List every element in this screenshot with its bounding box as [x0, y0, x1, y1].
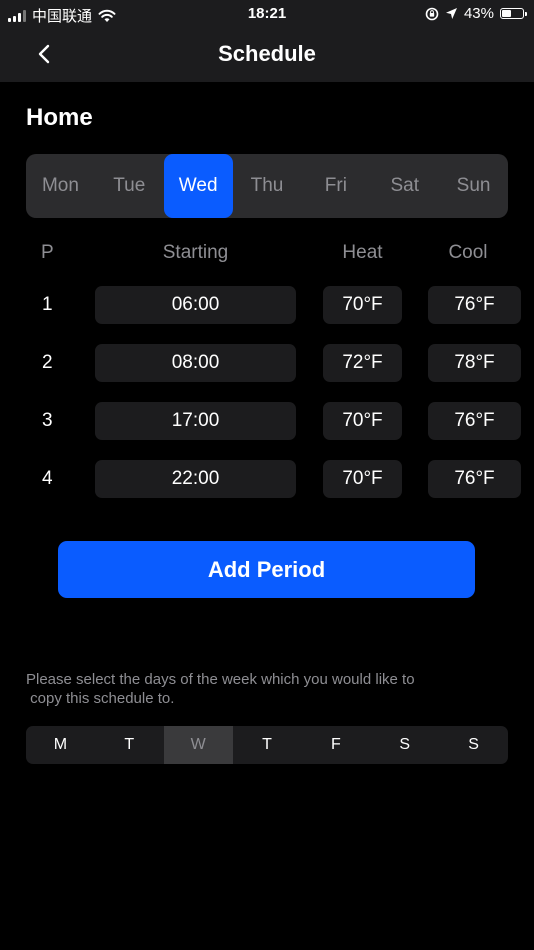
day-tab-sun[interactable]: Sun [439, 154, 508, 218]
heat-setpoint-field[interactable]: 70°F [323, 286, 402, 324]
add-period-button[interactable]: Add Period [58, 541, 475, 598]
location-arrow-icon [445, 8, 457, 19]
copy-day-fri[interactable]: F [301, 726, 370, 764]
period-number: 2 [42, 352, 53, 373]
period-number: 1 [42, 294, 53, 315]
heat-setpoint-field[interactable]: 70°F [323, 402, 402, 440]
cool-setpoint-field[interactable]: 76°F [428, 460, 521, 498]
copy-day-mon[interactable]: M [26, 726, 95, 764]
copy-day-thu[interactable]: T [233, 726, 302, 764]
copy-day-sat[interactable]: S [370, 726, 439, 764]
day-tab-fri[interactable]: Fri [301, 154, 370, 218]
day-tab-thu[interactable]: Thu [233, 154, 302, 218]
copy-day-sun[interactable]: S [439, 726, 508, 764]
day-tab-mon[interactable]: Mon [26, 154, 95, 218]
copy-day-selector: M T W T F S S [26, 726, 508, 764]
period-number: 4 [42, 468, 53, 489]
start-time-field[interactable]: 08:00 [95, 344, 296, 382]
header-starting: Starting [162, 242, 229, 263]
orientation-lock-icon [425, 7, 439, 20]
status-bar: 中国联通 18:21 43% [0, 0, 534, 28]
day-tab-sat[interactable]: Sat [370, 154, 439, 218]
page-title: Schedule [218, 41, 316, 66]
copy-day-tue[interactable]: T [95, 726, 164, 764]
status-right: 43% [425, 5, 527, 22]
day-tab-tue[interactable]: Tue [95, 154, 164, 218]
heat-setpoint-field[interactable]: 70°F [323, 460, 402, 498]
header-heat: Heat [342, 242, 383, 263]
battery-icon [500, 8, 527, 19]
period-number: 3 [42, 410, 53, 431]
copy-instructions: Please select the days of the week which… [26, 671, 415, 707]
cool-setpoint-field[interactable]: 76°F [428, 402, 521, 440]
section-title: Home [26, 104, 93, 131]
day-tab-wed[interactable]: Wed [163, 154, 233, 218]
nav-bar: Schedule [0, 28, 534, 82]
start-time-field[interactable]: 22:00 [95, 460, 296, 498]
header-period: P [41, 242, 54, 263]
cool-setpoint-field[interactable]: 78°F [428, 344, 521, 382]
day-selector: Mon Tue Wed Thu Fri Sat Sun [26, 154, 508, 218]
cool-setpoint-field[interactable]: 76°F [428, 286, 521, 324]
copy-day-wed[interactable]: W [163, 726, 233, 764]
start-time-field[interactable]: 17:00 [95, 402, 296, 440]
header-cool: Cool [448, 242, 488, 263]
heat-setpoint-field[interactable]: 72°F [323, 344, 402, 382]
start-time-field[interactable]: 06:00 [95, 286, 296, 324]
battery-percent: 43% [463, 5, 494, 22]
